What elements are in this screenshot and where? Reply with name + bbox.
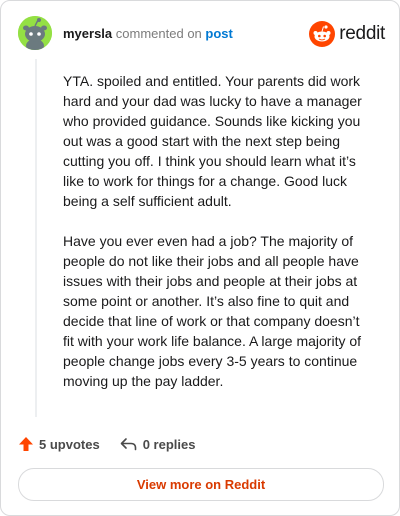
reply-count: 0 replies [142, 436, 196, 452]
reddit-logo[interactable]: reddit [309, 16, 385, 52]
commented-on-text: commented on [115, 26, 202, 41]
comment-paragraph: YTA. spoiled and entitled. Your parents … [63, 73, 362, 209]
view-more-on-reddit-button[interactable]: View more on Reddit [18, 468, 384, 501]
reddit-wordmark: reddit [339, 23, 385, 44]
upvote-arrow-icon [19, 437, 33, 451]
reddit-comment-card: myersla commented on post reddit YTA. sp… [0, 0, 400, 516]
comment-body: YTA. spoiled and entitled. Your parents … [63, 71, 369, 411]
upvote-count: 5 upvotes [39, 436, 100, 452]
post-link[interactable]: post [205, 26, 232, 41]
thread-line [35, 59, 37, 417]
comment-header: myersla commented on post reddit [18, 16, 385, 52]
comment-paragraph: Have you ever even had a job? The majori… [63, 233, 362, 389]
reddit-snoo-icon [309, 21, 336, 47]
comment-byline: myersla commented on post [63, 26, 233, 42]
username-link[interactable]: myersla [63, 26, 112, 41]
upvote-button[interactable]: 5 upvotes [18, 436, 100, 452]
reply-arrow-icon [120, 438, 136, 451]
snoo-avatar-icon[interactable] [18, 16, 52, 50]
reply-button[interactable]: 0 replies [120, 436, 196, 452]
comment-actions: 5 upvotes 0 replies [18, 433, 195, 455]
